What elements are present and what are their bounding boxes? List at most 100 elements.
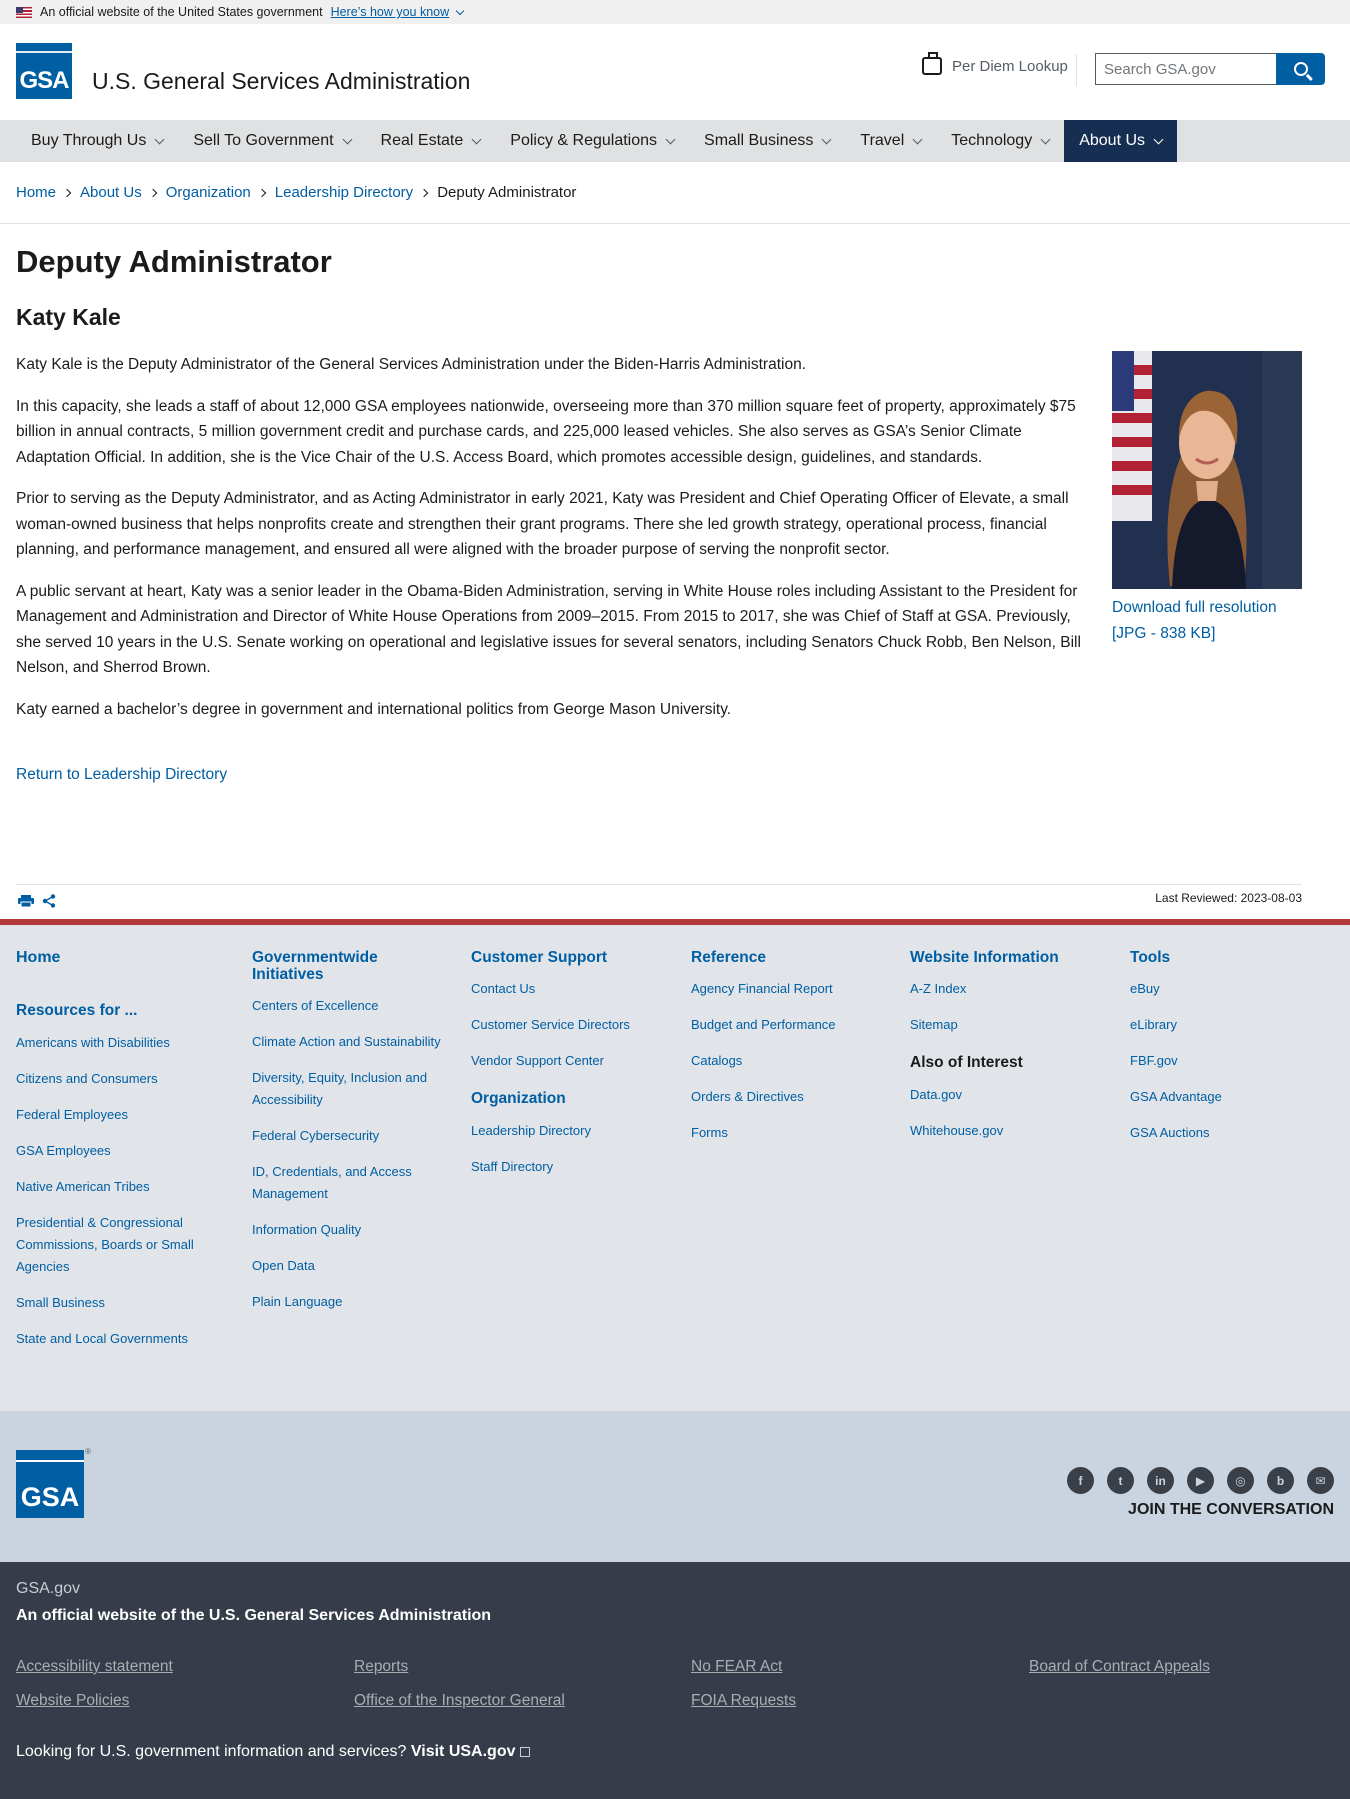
footer-link[interactable]: eLibrary (1130, 1014, 1320, 1036)
heres-how-you-know-link[interactable]: Here’s how you know (331, 5, 465, 19)
nav-small-business[interactable]: Small Business (689, 120, 845, 162)
per-diem-lookup-link[interactable]: Per Diem Lookup (922, 52, 1068, 75)
website-information-heading[interactable]: Website Information (910, 949, 1100, 966)
footer-link[interactable]: ID, Credentials, and Access Management (252, 1161, 442, 1205)
footer-link[interactable]: Plain Language (252, 1291, 442, 1313)
chevron-right-icon (257, 188, 267, 197)
footer-link[interactable]: Presidential & Congressional Commissions… (16, 1212, 216, 1278)
footer-link[interactable]: Native American Tribes (16, 1176, 216, 1198)
footer-link[interactable]: Centers of Excellence (252, 995, 442, 1017)
breadcrumb-leadership-directory[interactable]: Leadership Directory (275, 184, 413, 201)
breadcrumb-current: Deputy Administrator (437, 184, 577, 201)
governmentwide-heading[interactable]: Governmentwide Initiatives (252, 949, 442, 983)
website-policies-link[interactable]: Website Policies (16, 1692, 129, 1710)
footer-link[interactable]: Americans with Disabilities (16, 1032, 216, 1054)
gsa-footer-logo[interactable]: GSA ® (16, 1447, 91, 1518)
nav-buy-through-us[interactable]: Buy Through Us (16, 120, 178, 162)
chevron-right-icon (148, 188, 157, 197)
search-form (1095, 53, 1325, 85)
footer-link[interactable]: GSA Advantage (1130, 1086, 1320, 1108)
breadcrumb-about-us[interactable]: About Us (80, 184, 142, 201)
chevron-right-icon (419, 188, 429, 197)
footer-link[interactable]: Federal Employees (16, 1104, 216, 1126)
footer-col-reference: Reference Agency Financial Report Budget… (691, 949, 881, 1158)
footer-link[interactable]: Vendor Support Center (471, 1050, 661, 1072)
footer-col-customer-support: Customer Support Contact Us Customer Ser… (471, 949, 661, 1192)
accessibility-statement-link[interactable]: Accessibility statement (16, 1658, 173, 1676)
footer-link[interactable]: Agency Financial Report (691, 978, 881, 1000)
no-fear-act-link[interactable]: No FEAR Act (691, 1658, 782, 1676)
usa-gov-prompt: Looking for U.S. government information … (16, 1743, 530, 1761)
search-input[interactable] (1095, 53, 1276, 85)
join-the-conversation: JOIN THE CONVERSATION (1128, 1501, 1334, 1518)
social-links: f t in ▶ ◎ b ✉ (1067, 1467, 1334, 1494)
nav-policy-regulations[interactable]: Policy & Regulations (495, 120, 689, 162)
print-icon[interactable] (18, 895, 34, 907)
board-of-contract-appeals-link[interactable]: Board of Contract Appeals (1029, 1658, 1210, 1676)
footer-link[interactable]: Contact Us (471, 978, 661, 1000)
instagram-icon[interactable]: ◎ (1227, 1467, 1254, 1494)
youtube-icon[interactable]: ▶ (1187, 1467, 1214, 1494)
linkedin-icon[interactable]: in (1147, 1467, 1174, 1494)
foia-requests-link[interactable]: FOIA Requests (691, 1692, 796, 1710)
footer-link[interactable]: Whitehouse.gov (910, 1120, 1100, 1142)
luggage-icon (922, 52, 942, 75)
visit-usa-gov-link[interactable]: Visit USA.gov (411, 1743, 530, 1760)
nav-technology[interactable]: Technology (936, 120, 1064, 162)
footer-link[interactable]: GSA Auctions (1130, 1122, 1320, 1144)
footer-link[interactable]: GSA Employees (16, 1140, 216, 1162)
footer-link[interactable]: Data.gov (910, 1084, 1100, 1106)
footer-link[interactable]: Federal Cybersecurity (252, 1125, 442, 1147)
return-to-leadership-directory-link[interactable]: Return to Leadership Directory (16, 766, 227, 784)
breadcrumb-organization[interactable]: Organization (166, 184, 251, 201)
footer-link[interactable]: Sitemap (910, 1014, 1100, 1036)
blog-icon[interactable]: b (1267, 1467, 1294, 1494)
organization-heading[interactable]: Organization (471, 1090, 661, 1108)
footer-link[interactable]: State and Local Governments (16, 1328, 216, 1350)
footer-link[interactable]: Forms (691, 1122, 881, 1144)
footer-link[interactable]: Budget and Performance (691, 1014, 881, 1036)
chevron-down-icon (1040, 134, 1051, 144)
footer-link[interactable]: Customer Service Directors (471, 1014, 661, 1036)
gsa-logo[interactable]: GSA (16, 43, 72, 99)
bio-paragraph: Katy Kale is the Deputy Administrator of… (16, 356, 807, 373)
footer-link[interactable]: Open Data (252, 1255, 442, 1277)
footer-link[interactable]: A-Z Index (910, 978, 1100, 1000)
tools-heading[interactable]: Tools (1130, 949, 1320, 966)
identifier-description: An official website of the U.S. General … (16, 1607, 492, 1624)
share-icon[interactable] (42, 894, 56, 908)
email-icon[interactable]: ✉ (1307, 1467, 1334, 1494)
footer-link[interactable]: eBuy (1130, 978, 1320, 1000)
twitter-icon[interactable]: t (1107, 1467, 1134, 1494)
footer-link[interactable]: Staff Directory (471, 1156, 661, 1178)
footer-link[interactable]: Leadership Directory (471, 1120, 661, 1142)
footer-link[interactable]: Information Quality (252, 1219, 442, 1241)
download-full-resolution-link[interactable]: Download full resolution [JPG - 838 KB] (1112, 595, 1302, 647)
footer-primary: Home Resources for ... Americans with Di… (0, 925, 1350, 1411)
reference-heading[interactable]: Reference (691, 949, 881, 966)
chevron-down-icon (1153, 134, 1164, 144)
footer-link[interactable]: Small Business (16, 1292, 216, 1314)
footer-link[interactable]: Orders & Directives (691, 1086, 881, 1108)
footer-home-link[interactable]: Home (16, 949, 216, 966)
nav-sell-to-government[interactable]: Sell To Government (178, 120, 365, 162)
footer-link[interactable]: Climate Action and Sustainability (252, 1031, 442, 1053)
footer-link[interactable]: Diversity, Equity, Inclusion and Accessi… (252, 1067, 442, 1111)
reports-link[interactable]: Reports (354, 1658, 408, 1676)
nav-travel[interactable]: Travel (845, 120, 936, 162)
facebook-icon[interactable]: f (1067, 1467, 1094, 1494)
footer-link[interactable]: Citizens and Consumers (16, 1068, 216, 1090)
breadcrumb: Home About Us Organization Leadership Di… (0, 162, 1350, 224)
nav-real-estate[interactable]: Real Estate (366, 120, 496, 162)
search-button[interactable] (1276, 53, 1325, 85)
breadcrumb-home[interactable]: Home (16, 184, 56, 201)
site-title[interactable]: U.S. General Services Administration (92, 68, 470, 95)
footer-link[interactable]: FBF.gov (1130, 1050, 1320, 1072)
header-divider (1076, 54, 1077, 86)
official-gov-banner: An official website of the United States… (0, 0, 1350, 24)
footer-link[interactable]: Catalogs (691, 1050, 881, 1072)
inspector-general-link[interactable]: Office of the Inspector General (354, 1692, 565, 1710)
last-reviewed-date: Last Reviewed: 2023-08-03 (1155, 891, 1302, 905)
customer-support-heading[interactable]: Customer Support (471, 949, 661, 966)
nav-about-us[interactable]: About Us (1064, 120, 1178, 162)
